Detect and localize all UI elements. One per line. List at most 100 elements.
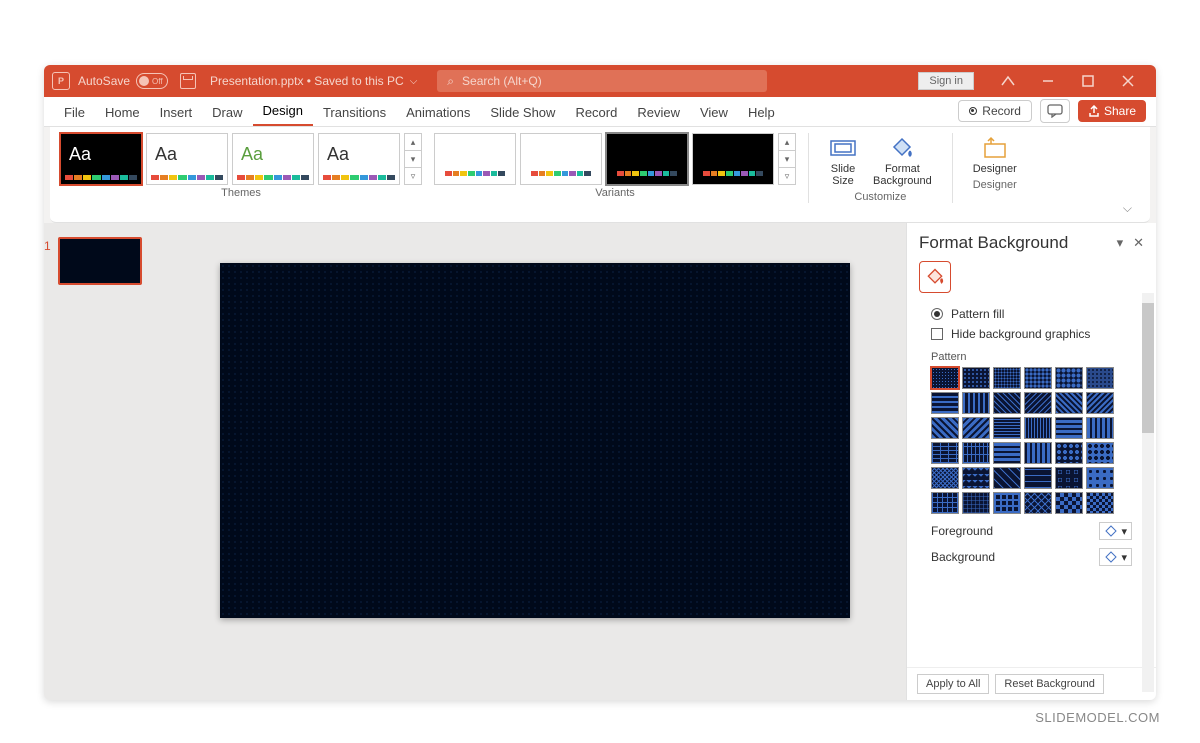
canvas-area	[164, 223, 906, 700]
tab-file[interactable]: File	[54, 99, 95, 126]
pattern-swatch[interactable]	[1055, 467, 1083, 489]
slide-size-icon	[829, 135, 857, 161]
pattern-swatch[interactable]	[1086, 417, 1114, 439]
theme-thumb-1[interactable]: Aa	[60, 133, 142, 185]
tab-insert[interactable]: Insert	[150, 99, 203, 126]
reset-background-button[interactable]: Reset Background	[995, 674, 1104, 694]
variant-thumb-3[interactable]	[606, 133, 688, 185]
tab-transitions[interactable]: Transitions	[313, 99, 396, 126]
variant-thumb-2[interactable]	[520, 133, 602, 185]
tab-design[interactable]: Design	[253, 97, 313, 126]
format-bg-icon	[888, 135, 916, 161]
search-input[interactable]: ⌕ Search (Alt+Q)	[437, 70, 767, 92]
toggle-switch[interactable]: Off	[136, 73, 168, 89]
variants-gallery-arrows[interactable]: ▴▾▿	[778, 133, 796, 185]
pattern-swatch[interactable]	[1024, 392, 1052, 414]
themes-gallery-arrows[interactable]: ▴▾▿	[404, 133, 422, 185]
pattern-swatch[interactable]	[1024, 467, 1052, 489]
pattern-swatch[interactable]	[1055, 392, 1083, 414]
pattern-swatch[interactable]	[1024, 367, 1052, 389]
pattern-swatch[interactable]	[1086, 442, 1114, 464]
pattern-swatch[interactable]	[993, 467, 1021, 489]
autosave-toggle[interactable]: AutoSave Off	[78, 73, 168, 89]
pane-close-icon[interactable]: ✕	[1133, 235, 1144, 251]
pattern-swatch[interactable]	[1086, 467, 1114, 489]
pattern-swatch[interactable]	[993, 392, 1021, 414]
pattern-swatch[interactable]	[931, 417, 959, 439]
hide-graphics-checkbox[interactable]: Hide background graphics	[931, 327, 1142, 341]
ribbon-collapse-icon[interactable]: ⌵	[1115, 197, 1140, 220]
variants-label: Variants	[595, 187, 635, 199]
workspace: 1 Format Background ▾ ✕ Pattern fill	[44, 223, 1156, 700]
variant-thumb-4[interactable]	[692, 133, 774, 185]
pane-scrollbar[interactable]	[1142, 293, 1154, 692]
pattern-swatch[interactable]	[1024, 417, 1052, 439]
maximize-icon[interactable]	[1068, 65, 1108, 97]
tab-animations[interactable]: Animations	[396, 99, 480, 126]
pattern-swatch[interactable]	[931, 392, 959, 414]
pattern-swatch[interactable]	[931, 367, 959, 389]
save-icon[interactable]	[180, 73, 196, 89]
tab-home[interactable]: Home	[95, 99, 150, 126]
pattern-swatch[interactable]	[962, 467, 990, 489]
variant-thumb-1[interactable]	[434, 133, 516, 185]
designer-button[interactable]: Designer	[965, 133, 1025, 177]
pattern-swatch[interactable]	[1086, 492, 1114, 514]
slide-canvas[interactable]	[220, 263, 850, 618]
tab-review[interactable]: Review	[627, 99, 690, 126]
tab-record[interactable]: Record	[565, 99, 627, 126]
pattern-swatch[interactable]	[993, 442, 1021, 464]
pattern-swatch[interactable]	[1055, 417, 1083, 439]
pattern-swatch[interactable]	[962, 442, 990, 464]
pattern-swatch[interactable]	[962, 417, 990, 439]
comments-button[interactable]	[1040, 99, 1070, 123]
tab-help[interactable]: Help	[738, 99, 785, 126]
pattern-swatch[interactable]	[1086, 392, 1114, 414]
foreground-color-button[interactable]: ▾	[1099, 522, 1132, 540]
search-placeholder: Search (Alt+Q)	[462, 74, 542, 88]
pattern-swatch[interactable]	[993, 492, 1021, 514]
pattern-swatch[interactable]	[962, 392, 990, 414]
pattern-swatch[interactable]	[1055, 367, 1083, 389]
ribbon-mode-icon[interactable]	[988, 65, 1028, 97]
minimize-icon[interactable]	[1028, 65, 1068, 97]
slide-size-button[interactable]: Slide Size	[821, 133, 865, 189]
themes-group: Aa Aa Aa Aa ▴▾▿ Themes	[60, 133, 422, 220]
pattern-swatch[interactable]	[1055, 442, 1083, 464]
apply-all-button[interactable]: Apply to All	[917, 674, 989, 694]
format-background-button[interactable]: Format Background	[865, 133, 940, 189]
pattern-swatch[interactable]	[931, 467, 959, 489]
slide-thumb-1[interactable]: 1	[58, 237, 142, 285]
share-button[interactable]: Share	[1078, 100, 1146, 122]
pattern-swatch[interactable]	[931, 492, 959, 514]
tab-view[interactable]: View	[690, 99, 738, 126]
tab-draw[interactable]: Draw	[202, 99, 252, 126]
pattern-swatch[interactable]	[931, 442, 959, 464]
pattern-swatch[interactable]	[962, 492, 990, 514]
tab-slideshow[interactable]: Slide Show	[480, 99, 565, 126]
pattern-section-label: Pattern	[931, 351, 1142, 363]
pattern-swatch[interactable]	[1024, 442, 1052, 464]
signin-button[interactable]: Sign in	[918, 72, 974, 90]
pattern-fill-radio[interactable]: Pattern fill	[931, 307, 1142, 321]
theme-thumb-2[interactable]: Aa	[146, 133, 228, 185]
pattern-swatch[interactable]	[962, 367, 990, 389]
record-button[interactable]: Record	[958, 100, 1032, 122]
document-title: Presentation.pptx • Saved to this PC	[210, 74, 404, 88]
checkbox-icon	[931, 328, 943, 340]
background-color-button[interactable]: ▾	[1099, 548, 1132, 566]
pattern-swatch[interactable]	[993, 417, 1021, 439]
chevron-down-icon[interactable]: ⌵	[410, 76, 418, 87]
watermark: SLIDEMODEL.COM	[1035, 710, 1160, 725]
pattern-swatch[interactable]	[1086, 367, 1114, 389]
close-icon[interactable]	[1108, 65, 1148, 97]
pattern-swatch[interactable]	[1055, 492, 1083, 514]
theme-thumb-3[interactable]: Aa	[232, 133, 314, 185]
pattern-swatch[interactable]	[1024, 492, 1052, 514]
theme-thumb-4[interactable]: Aa	[318, 133, 400, 185]
themes-label: Themes	[221, 187, 261, 199]
pane-menu-icon[interactable]: ▾	[1117, 235, 1124, 251]
fill-tab-icon[interactable]	[919, 261, 951, 293]
app-window: P AutoSave Off Presentation.pptx • Saved…	[44, 65, 1156, 700]
pattern-swatch[interactable]	[993, 367, 1021, 389]
